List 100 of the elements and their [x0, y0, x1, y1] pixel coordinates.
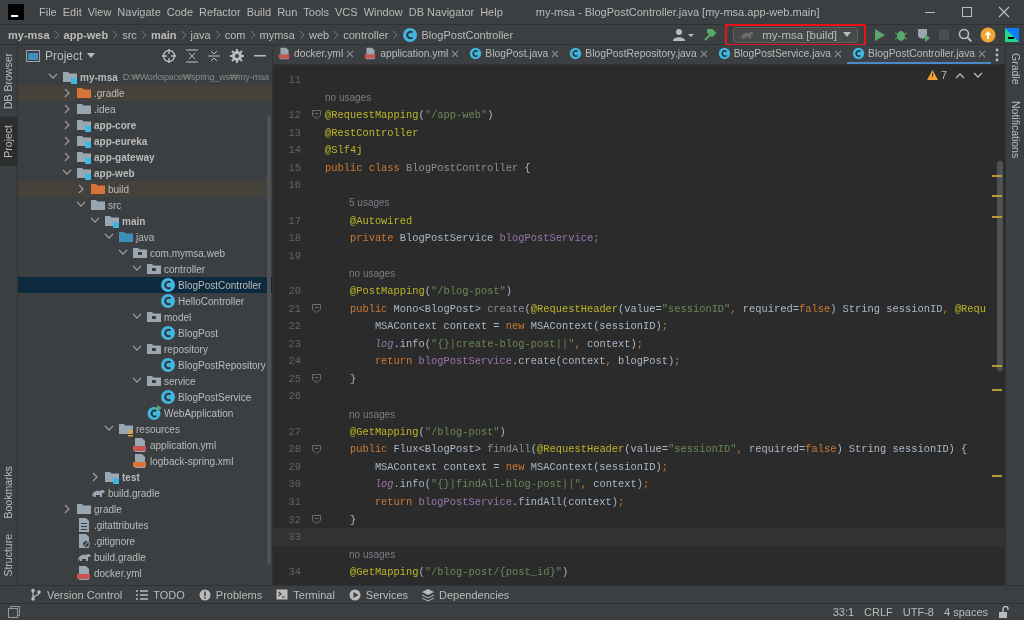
editor-tab[interactable]: docker.yml — [273, 45, 360, 64]
tool-window-tab[interactable]: Notifications — [1006, 92, 1024, 166]
tree-item[interactable]: BlogPostRepository — [18, 357, 272, 373]
tree-item[interactable]: BlogPostService — [18, 389, 272, 405]
tree-item[interactable]: repository — [18, 341, 272, 357]
tree-item[interactable]: WebApplication — [18, 405, 272, 421]
tree-item[interactable]: HelloController — [18, 293, 272, 309]
breadcrumb[interactable]: mymsa — [259, 28, 295, 41]
menu-item[interactable]: Code — [163, 6, 197, 18]
usage-hint[interactable]: no usages — [325, 91, 372, 103]
usage-hint[interactable]: no usages — [349, 267, 396, 279]
toolbox-icon[interactable] — [1004, 26, 1020, 43]
tool-window-button[interactable]: TODO — [136, 587, 185, 602]
menu-item[interactable]: Run — [274, 6, 301, 18]
warning-count[interactable]: 7 — [926, 69, 947, 81]
tree-item[interactable]: .gradle — [18, 85, 272, 101]
tree-item[interactable]: java — [18, 229, 272, 245]
editor-tab[interactable]: BlogPostRepository.java — [564, 45, 713, 64]
tree-item[interactable]: test — [18, 469, 272, 485]
user-icon[interactable] — [673, 27, 696, 42]
more-icon[interactable] — [995, 47, 999, 62]
scrollbar[interactable] — [997, 161, 1003, 371]
settings-icon[interactable] — [230, 48, 244, 63]
tree-item[interactable]: application.yml — [18, 437, 272, 453]
locate-icon[interactable] — [162, 48, 176, 63]
tool-window-button[interactable]: Dependencies — [422, 587, 510, 602]
usage-hint[interactable]: no usages — [349, 549, 396, 561]
menu-item[interactable]: View — [84, 6, 115, 18]
tree-item[interactable]: .gitattributes — [18, 517, 272, 533]
menu-item[interactable]: File — [36, 6, 60, 18]
unlock-icon[interactable] — [998, 606, 1010, 618]
status-item[interactable]: CRLF — [864, 606, 893, 618]
tool-window-button[interactable]: Problems — [198, 587, 263, 602]
run-config-dropdown[interactable]: my-msa [build] — [733, 26, 858, 43]
breadcrumb[interactable]: web — [309, 28, 330, 41]
editor-tab[interactable]: BlogPostController.java — [847, 45, 992, 64]
menu-item[interactable]: VCS — [332, 6, 361, 18]
tree-item[interactable]: build — [18, 181, 272, 197]
breadcrumb[interactable]: controller — [343, 28, 389, 41]
tree-item[interactable]: logback-spring.xml — [18, 453, 272, 469]
tree-item[interactable]: .idea — [18, 101, 272, 117]
editor-tab[interactable]: BlogPost.java — [464, 45, 565, 64]
breadcrumb[interactable]: my-msa — [8, 28, 50, 41]
tree-item[interactable]: build.gradle — [18, 485, 272, 501]
tree-item[interactable]: app-core — [18, 117, 272, 133]
tool-window-button[interactable]: Terminal — [276, 587, 335, 602]
status-item[interactable]: UTF-8 — [902, 606, 934, 618]
close-icon[interactable] — [451, 49, 460, 58]
tool-window-button[interactable]: Services — [348, 587, 409, 602]
fold-marker-icon[interactable] — [312, 444, 321, 454]
search-icon[interactable] — [958, 27, 972, 42]
usage-hint[interactable]: no usages — [349, 408, 396, 420]
tree-item[interactable]: controller — [18, 261, 272, 277]
menu-item[interactable]: Help — [477, 6, 506, 18]
tree-item[interactable]: gradle — [18, 501, 272, 517]
panel-title-dropdown[interactable]: Project — [26, 48, 96, 63]
breadcrumb[interactable]: java — [190, 28, 211, 41]
run-icon[interactable] — [874, 27, 886, 42]
collapse-all-icon[interactable] — [208, 48, 220, 63]
status-item[interactable]: 33:1 — [832, 606, 855, 618]
tree-item[interactable]: app-web — [18, 165, 272, 181]
coverage-icon[interactable] — [916, 27, 930, 42]
status-item[interactable]: 4 spaces — [943, 606, 988, 618]
tree-item[interactable]: src — [18, 197, 272, 213]
fold-marker-icon[interactable] — [312, 304, 321, 313]
chevron-up-icon[interactable] — [955, 71, 965, 79]
tree-item[interactable]: app-eureka — [18, 133, 272, 149]
menu-item[interactable]: DB Navigator — [405, 6, 478, 18]
fold-marker-icon[interactable] — [312, 374, 321, 384]
hammer-icon[interactable] — [703, 27, 718, 42]
menu-item[interactable]: Tools — [300, 6, 332, 18]
menu-item[interactable]: Window — [360, 6, 406, 18]
maximize-icon[interactable] — [961, 6, 973, 18]
fold-marker-icon[interactable] — [312, 110, 321, 120]
tree-item[interactable]: build.gradle — [18, 549, 272, 565]
tree-item[interactable]: resources — [18, 421, 272, 437]
usage-hint[interactable]: 5 usages — [349, 197, 390, 209]
breadcrumb[interactable]: app-web — [63, 28, 109, 41]
editor-tab[interactable]: application.yml — [359, 45, 465, 64]
menu-item[interactable]: Refactor — [196, 6, 244, 18]
close-icon[interactable] — [346, 49, 355, 58]
tree-item[interactable]: com.mymsa.web — [18, 245, 272, 261]
tree-item[interactable]: my-msa D:₩Workspace₩spring_ws₩my-msa — [18, 69, 272, 85]
tree-item[interactable]: model — [18, 309, 272, 325]
close-icon[interactable] — [998, 6, 1010, 18]
tool-window-tab[interactable]: Gradle — [1006, 45, 1024, 93]
tree-item[interactable]: .gitignore — [18, 533, 272, 549]
tree-item[interactable]: BlogPostController — [18, 277, 272, 293]
tree-item[interactable]: docker.yml — [18, 565, 272, 581]
tool-window-tab[interactable]: Structure — [0, 526, 17, 585]
close-icon[interactable] — [551, 49, 560, 58]
close-icon[interactable] — [978, 49, 987, 58]
tool-window-tab[interactable]: Bookmarks — [0, 457, 17, 527]
expand-all-icon[interactable] — [186, 48, 198, 63]
tree-item[interactable]: BlogPost — [18, 325, 272, 341]
breadcrumb[interactable]: src — [122, 28, 137, 41]
tool-window-tab[interactable]: DB Browser — [0, 45, 17, 117]
menu-item[interactable]: Navigate — [114, 6, 164, 18]
breadcrumb[interactable]: com — [224, 28, 246, 41]
close-icon[interactable] — [699, 49, 708, 58]
